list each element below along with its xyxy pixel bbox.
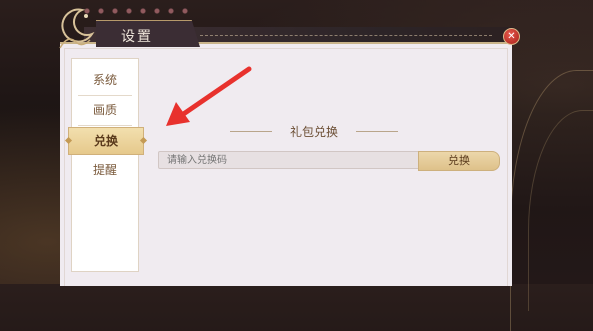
settings-sidebar: 系统 画质 兑换 提醒 bbox=[64, 58, 148, 272]
sidebar-item-label: 画质 bbox=[92, 103, 117, 117]
close-icon: ✕ bbox=[507, 31, 516, 42]
moon-emblem-icon bbox=[59, 8, 95, 49]
sidebar-divider bbox=[78, 95, 132, 96]
sidebar-item-graphics[interactable]: 画质 bbox=[72, 97, 138, 123]
sidebar-item-reminders[interactable]: 提醒 bbox=[72, 157, 138, 183]
section-heading: 礼包兑换 bbox=[230, 123, 398, 140]
redeem-button[interactable]: 兑换 bbox=[418, 151, 500, 171]
section-title-text: 礼包兑换 bbox=[289, 125, 338, 139]
heading-rule bbox=[356, 131, 398, 132]
page-title: 设置 bbox=[121, 29, 153, 45]
heading-rule bbox=[230, 131, 272, 132]
sidebar-item-label: 兑换 bbox=[93, 134, 118, 148]
close-button[interactable]: ✕ bbox=[503, 28, 520, 45]
sidebar-item-label: 提醒 bbox=[92, 163, 117, 177]
sidebar-item-label: 系统 bbox=[92, 73, 117, 87]
sidebar-divider bbox=[78, 125, 132, 126]
sidebar-item-system[interactable]: 系统 bbox=[72, 67, 138, 93]
header-dashed-line bbox=[200, 35, 492, 37]
redeem-code-input[interactable] bbox=[158, 151, 426, 169]
sidebar-item-redeem[interactable]: 兑换 bbox=[64, 127, 148, 155]
